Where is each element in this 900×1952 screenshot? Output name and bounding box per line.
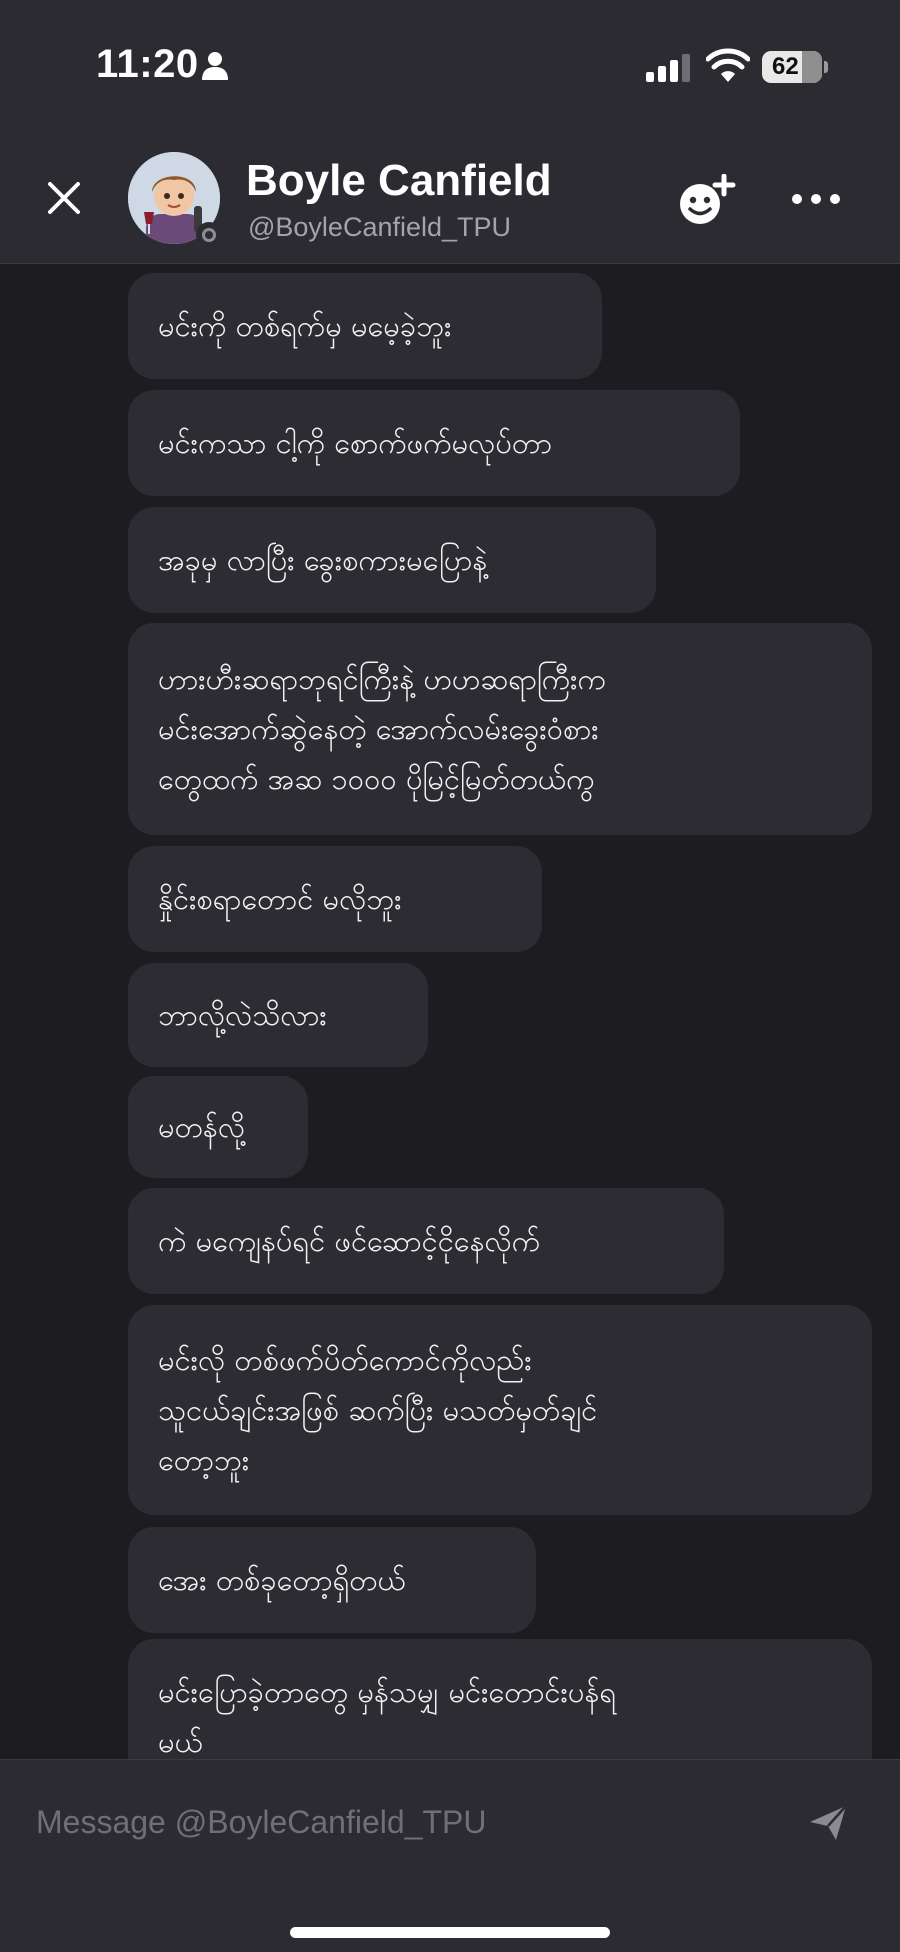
status-time: 11:20 — [96, 42, 199, 86]
message-bubble[interactable]: မင်းကသာ ငါ့ကို စောက်ဖက်မလုပ်တာ — [128, 390, 740, 496]
message-text: မင်းကို တစ်ရက်မှ မမေ့ခဲ့ဘူး — [158, 309, 452, 343]
message-bubble[interactable]: မင်းလို တစ်ဖက်ပိတ်ကောင်ကိုလည်း သူငယ်ချင်… — [128, 1305, 872, 1515]
message-text: ဘာလို့လဲသိလား — [158, 998, 327, 1032]
presence-status-icon — [196, 222, 222, 248]
battery-level: 62 — [772, 53, 799, 80]
wifi-icon — [706, 48, 750, 82]
message-text: မတန်လို့ — [158, 1110, 245, 1144]
message-text: ကဲ မကျေနပ်ရင် ဖင်ဆောင့်ငိုနေလိုက် — [158, 1224, 541, 1258]
send-icon[interactable] — [806, 1800, 850, 1844]
message-bubble[interactable]: အေး တစ်ခုတော့ရှိတယ် — [128, 1527, 536, 1633]
message-text: မင်းလို တစ်ဖက်ပိတ်ကောင်ကိုလည်း သူငယ်ချင်… — [158, 1343, 598, 1477]
message-bubble[interactable]: မင်းပြောခဲ့တာတွေ မှန်သမျှ မင်းတောင်းပန်ရ… — [128, 1639, 872, 1759]
message-bubble[interactable]: နှိုင်းစရာတောင် မလိုဘူး — [128, 846, 542, 952]
close-icon[interactable] — [42, 176, 86, 220]
home-indicator — [290, 1927, 610, 1938]
message-bubble[interactable]: ဘာလို့လဲသိလား — [128, 963, 428, 1067]
message-text: အေး တစ်ခုတော့ရှိတယ် — [158, 1563, 406, 1597]
chat-screen: 11:20 62 Boyle Canfield @BoyleCanfield_T… — [0, 0, 900, 1952]
message-bubble[interactable]: အခုမှ လာပြီး ခွေးစကားမပြောနဲ့ — [128, 507, 656, 613]
message-bubble[interactable]: ဟားဟီးဆရာဘုရင်ကြီးနဲ့ ဟဟဆရာကြီးက မင်းအော… — [128, 623, 872, 835]
message-composer — [0, 1759, 900, 1952]
message-bubble[interactable]: မင်းကို တစ်ရက်မှ မမေ့ခဲ့ဘူး — [128, 273, 602, 379]
cellular-signal-icon — [646, 54, 690, 82]
more-options-icon[interactable] — [790, 184, 842, 214]
battery-tip — [824, 61, 828, 73]
message-list[interactable]: မင်းကို တစ်ရက်မှ မမေ့ခဲ့ဘူး မင်းကသာ ငါ့က… — [0, 265, 900, 1759]
message-bubble[interactable]: ကဲ မကျေနပ်ရင် ဖင်ဆောင့်ငိုနေလိုက် — [128, 1188, 724, 1294]
message-text: မင်းကသာ ငါ့ကို စောက်ဖက်မလုပ်တာ — [158, 426, 553, 460]
contact-handle: @BoyleCanfield_TPU — [248, 212, 512, 242]
message-text: မင်းပြောခဲ့တာတွေ မှန်သမျှ မင်းတောင်းပန်ရ… — [158, 1675, 617, 1759]
message-text: ဟားဟီးဆရာဘုရင်ကြီးနဲ့ ဟဟဆရာကြီးက မင်းအော… — [158, 662, 606, 796]
battery-icon: 62 — [762, 51, 822, 83]
header-bar: 11:20 62 Boyle Canfield @BoyleCanfield_T… — [0, 0, 900, 264]
contact-name[interactable]: Boyle Canfield — [246, 156, 552, 206]
message-text: အခုမှ လာပြီး ခွေးစကားမပြောနဲ့ — [158, 543, 488, 577]
message-text: နှိုင်းစရာတောင် မလိုဘူး — [158, 882, 402, 916]
message-bubble[interactable]: မတန်လို့ — [128, 1076, 308, 1178]
add-friend-icon[interactable] — [676, 174, 736, 226]
status-bar: 11:20 62 — [0, 0, 900, 130]
person-icon — [202, 52, 228, 80]
message-input[interactable] — [36, 1794, 776, 1850]
